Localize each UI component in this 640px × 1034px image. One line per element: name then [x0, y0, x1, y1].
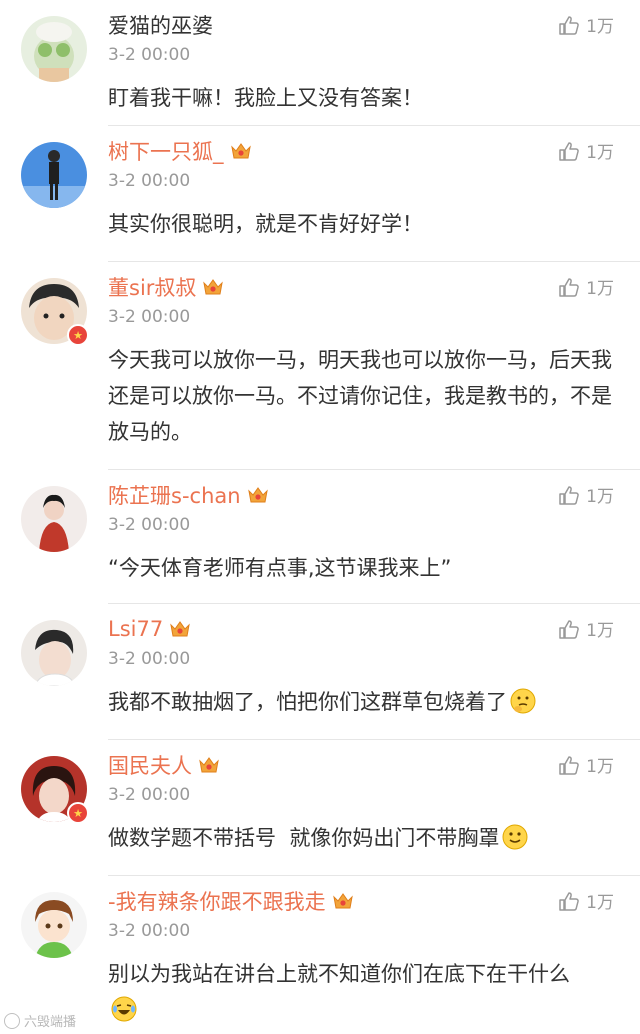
like-button[interactable]: 1万 — [558, 138, 614, 163]
comment-text: 别以为我站在讲台上就不知道你们在底下在干什么 — [108, 962, 570, 986]
verified-badge-icon: ★ — [67, 324, 89, 346]
avatar[interactable] — [21, 620, 87, 686]
watermark: 六毁端播 — [4, 1011, 76, 1030]
comment-item: 陈芷珊s-chan 3-2 00:00 “今天体育老师有点事,这节课我来上” 1… — [21, 470, 640, 604]
avatar-image — [21, 16, 87, 82]
vip-crown-icon — [203, 279, 224, 295]
comment-text: 其实你很聪明，就是不肯好好学！ — [108, 212, 423, 236]
vip-crown-icon — [170, 621, 190, 637]
timestamp: 3-2 00:00 — [108, 649, 191, 669]
like-count: 1万 — [586, 143, 614, 163]
comment-text: 做数学题不带括号 就像你妈出门不带胸罩 — [108, 826, 500, 850]
laughing-tears-emoji-icon — [111, 996, 137, 1022]
comment-item: -我有辣条你跟不跟我走 3-2 00:00 别以为我站在讲台上就不知道你们在底下… — [21, 876, 640, 1034]
avatar-image — [21, 620, 87, 686]
username[interactable]: 爱猫的巫婆 — [108, 10, 213, 40]
vip-crown-icon — [332, 893, 353, 909]
thumbs-up-icon — [559, 891, 579, 911]
like-count: 1万 — [586, 757, 614, 777]
timestamp: 3-2 00:00 — [108, 307, 191, 327]
timestamp: 3-2 00:00 — [108, 45, 191, 65]
avatar[interactable]: ★ — [21, 756, 89, 824]
like-button[interactable]: 1万 — [558, 888, 614, 913]
like-button[interactable]: 1万 — [558, 616, 614, 641]
username[interactable]: -我有辣条你跟不跟我走 — [108, 886, 326, 916]
vip-crown-icon — [247, 487, 268, 503]
comment-text: 我都不敢抽烟了，怕把你们这群草包烧着了 — [108, 690, 507, 714]
comment-item: 爱猫的巫婆 3-2 00:00 盯着我干嘛！我脸上又没有答案！ 1万 — [21, 0, 640, 126]
vip-crown-icon — [230, 143, 251, 159]
username[interactable]: Lsi77 — [108, 617, 163, 641]
thumbs-up-icon — [559, 141, 579, 161]
comment-item: 树下一只狐_ 3-2 00:00 其实你很聪明，就是不肯好好学！ 1万 — [21, 126, 640, 262]
like-button[interactable]: 1万 — [558, 12, 614, 37]
thinking-emoji-icon — [510, 688, 536, 714]
comment-text-row: 我都不敢抽烟了，怕把你们这群草包烧着了 — [108, 672, 614, 734]
comment-feed: 爱猫的巫婆 3-2 00:00 盯着我干嘛！我脸上又没有答案！ 1万 树下一只狐… — [0, 0, 640, 1034]
comment-text: 盯着我干嘛！我脸上又没有答案！ — [108, 86, 423, 110]
username[interactable]: 国民夫人 — [108, 750, 192, 780]
comment-item: ★ 国民夫人 3-2 00:00 做数学题不带括号 就像你妈出门不带胸罩 1万 — [21, 740, 640, 876]
like-count: 1万 — [586, 279, 614, 299]
watermark-text: 六毁端播 — [24, 1015, 77, 1030]
avatar-image — [21, 486, 87, 552]
watermark-logo-icon — [4, 1012, 20, 1029]
comment-text: 今天我可以放你一马，明天我也可以放你一马，后天我还是可以放你一马。不过请你记住，… — [108, 348, 612, 444]
thumbs-up-icon — [559, 15, 579, 35]
avatar[interactable]: ★ — [21, 278, 89, 346]
comment-text: “今天体育老师有点事,这节课我来上” — [108, 556, 452, 580]
vip-crown-icon — [199, 757, 219, 773]
username[interactable]: 树下一只狐_ — [108, 136, 224, 166]
username[interactable]: 董sir叔叔 — [108, 272, 196, 302]
username[interactable]: 陈芷珊s-chan — [108, 480, 241, 510]
avatar-image — [21, 142, 87, 208]
thumbs-up-icon — [559, 755, 579, 775]
timestamp: 3-2 00:00 — [108, 515, 191, 535]
thumbs-up-icon — [559, 619, 579, 639]
timestamp: 3-2 00:00 — [108, 921, 191, 941]
comment-item: ★ 董sir叔叔 3-2 00:00 今天我可以放你一马，明天我也可以放你一马，… — [21, 262, 640, 470]
timestamp: 3-2 00:00 — [108, 171, 191, 191]
smile-emoji-icon — [502, 824, 528, 850]
comment-text-row: 别以为我站在讲台上就不知道你们在底下在干什么 — [108, 944, 614, 1034]
thumbs-up-icon — [559, 277, 579, 297]
like-count: 1万 — [586, 621, 614, 641]
avatar[interactable] — [21, 16, 87, 82]
comment-item: Lsi77 3-2 00:00 我都不敢抽烟了，怕把你们这群草包烧着了 1万 — [21, 604, 640, 740]
avatar[interactable] — [21, 486, 87, 552]
avatar[interactable] — [21, 142, 87, 208]
like-count: 1万 — [586, 487, 614, 507]
avatar[interactable] — [21, 892, 87, 958]
timestamp: 3-2 00:00 — [108, 785, 191, 805]
verified-badge-icon: ★ — [67, 802, 89, 824]
like-button[interactable]: 1万 — [558, 752, 614, 777]
comment-text-row: 做数学题不带括号 就像你妈出门不带胸罩 — [108, 808, 614, 870]
thumbs-up-icon — [559, 485, 579, 505]
avatar-image — [21, 892, 87, 958]
like-button[interactable]: 1万 — [558, 482, 614, 507]
like-count: 1万 — [586, 893, 614, 913]
like-count: 1万 — [586, 17, 614, 37]
like-button[interactable]: 1万 — [558, 274, 614, 299]
